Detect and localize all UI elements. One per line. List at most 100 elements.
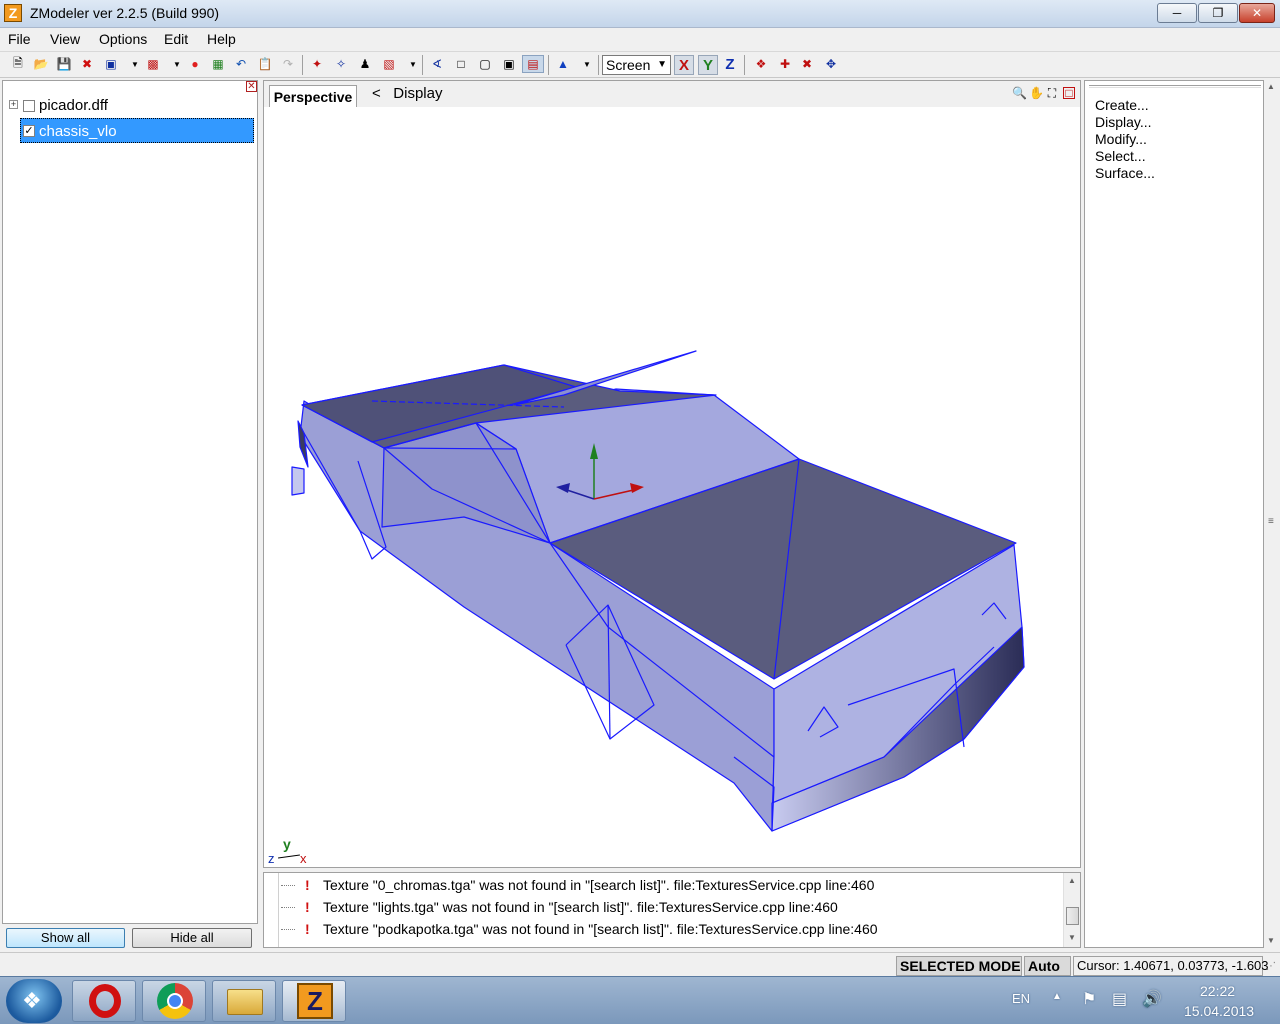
restore-icon: ❐ bbox=[1212, 6, 1224, 20]
tab-perspective[interactable]: Perspective bbox=[269, 85, 357, 107]
menu-options[interactable]: Options bbox=[99, 31, 147, 47]
move-axes-icon[interactable]: ✚ bbox=[776, 55, 794, 73]
volume-icon[interactable]: 🔊 bbox=[1142, 989, 1162, 1009]
selected-mode-icon[interactable]: ▤ bbox=[522, 55, 544, 73]
redo-icon[interactable]: ↷ bbox=[279, 55, 297, 73]
pan-icon[interactable]: ✋ bbox=[1029, 86, 1044, 100]
hide-all-button[interactable]: Hide all bbox=[132, 928, 252, 948]
select-vertex-icon[interactable]: ✦ bbox=[308, 55, 326, 73]
close-button[interactable]: ✕ bbox=[1239, 3, 1275, 23]
status-bar: SELECTED MODE Auto Cursor: 1.40671, 0.03… bbox=[0, 952, 1280, 976]
scroll-down-icon[interactable]: ▼ bbox=[1267, 936, 1275, 945]
select-dropdown-icon[interactable]: ▼ bbox=[404, 55, 422, 73]
viewport-close-icon[interactable]: □ bbox=[1063, 87, 1075, 99]
new-file-icon[interactable]: 🗎 bbox=[9, 55, 27, 73]
save-icon[interactable]: 💾 bbox=[55, 55, 73, 73]
command-select[interactable]: Select... bbox=[1095, 148, 1146, 164]
clock-date[interactable]: 15.04.2013 bbox=[1184, 1003, 1254, 1019]
mesh-headlight-panel bbox=[291, 466, 305, 496]
clock-time[interactable]: 22:22 bbox=[1200, 983, 1235, 999]
scroll-thumb[interactable] bbox=[1066, 907, 1079, 925]
start-button[interactable]: ❖ bbox=[6, 979, 62, 1023]
minimize-button[interactable]: ─ bbox=[1157, 3, 1197, 23]
show-all-button[interactable]: Show all bbox=[6, 928, 125, 948]
viewport-panel[interactable]: Perspective < Display 🔍 ✋ ⛶ □ bbox=[263, 80, 1081, 868]
scroll-down-icon[interactable]: ▼ bbox=[1064, 930, 1080, 946]
snap-icon[interactable]: ❖ bbox=[752, 55, 770, 73]
tree-item-label: picador.dff bbox=[39, 97, 108, 114]
car-mesh[interactable] bbox=[291, 350, 1025, 832]
auto-status[interactable]: Auto bbox=[1024, 956, 1071, 976]
axis-y-toggle[interactable]: Y bbox=[698, 55, 718, 75]
menu-file[interactable]: File bbox=[8, 31, 31, 47]
select-group-icon[interactable]: ▧ bbox=[380, 55, 398, 73]
record-icon[interactable]: ● bbox=[186, 55, 204, 73]
object-mode-icon[interactable]: ▣ bbox=[500, 55, 518, 73]
toolbar-separator bbox=[548, 55, 549, 75]
axis-z-toggle[interactable]: Z bbox=[720, 55, 740, 75]
close-icon: ✕ bbox=[1251, 6, 1263, 20]
maximize-viewport-icon[interactable]: ⛶ bbox=[1045, 86, 1059, 100]
menu-edit[interactable]: Edit bbox=[164, 31, 188, 47]
viewport-canvas[interactable] bbox=[264, 107, 1080, 867]
command-create[interactable]: Create... bbox=[1095, 97, 1149, 113]
restore-button[interactable]: ❐ bbox=[1198, 3, 1238, 23]
select-pivot-icon[interactable]: ✧ bbox=[332, 55, 350, 73]
face-mode-icon[interactable]: ▢ bbox=[476, 55, 494, 73]
open-folder-icon[interactable]: 📂 bbox=[32, 55, 50, 73]
display-menu[interactable]: < Display bbox=[372, 85, 442, 102]
close-icon[interactable]: ✕ bbox=[246, 81, 257, 92]
zmodeler-app-icon[interactable]: Z bbox=[4, 4, 22, 22]
taskbar-zmodeler[interactable]: Z bbox=[282, 980, 346, 1022]
export-icon[interactable]: ▩ bbox=[144, 55, 162, 73]
scene-tree-panel: ✕ + picador.dff ✓ chassis_vlo bbox=[2, 80, 258, 924]
visibility-checkbox[interactable] bbox=[23, 100, 35, 112]
walk-icon[interactable]: ♟ bbox=[356, 55, 374, 73]
taskbar-chrome[interactable] bbox=[142, 980, 206, 1022]
zmodeler-icon: Z bbox=[297, 983, 333, 1019]
axis-triad-y: y bbox=[283, 836, 291, 852]
log-scrollbar[interactable]: ▲ ▼ bbox=[1063, 873, 1080, 947]
coordinate-space-select[interactable]: Screen ▼ bbox=[602, 55, 671, 75]
texture-icon[interactable]: ▦ bbox=[209, 55, 227, 73]
resize-grip-icon[interactable]: ⋰ bbox=[1266, 961, 1276, 972]
menu-help[interactable]: Help bbox=[207, 31, 236, 47]
menu-view[interactable]: View bbox=[50, 31, 80, 47]
export-dropdown-icon[interactable]: ▼ bbox=[168, 55, 186, 73]
scroll-grip-icon[interactable]: ≡ bbox=[1268, 516, 1274, 527]
tree-item-picador[interactable]: + picador.dff bbox=[9, 95, 249, 117]
undo-icon[interactable]: ↶ bbox=[232, 55, 250, 73]
clipboard-icon[interactable]: 📋 bbox=[256, 55, 274, 73]
command-display[interactable]: Display... bbox=[1095, 114, 1152, 130]
taskbar-opera[interactable] bbox=[72, 980, 136, 1022]
delete-icon[interactable]: ✖ bbox=[78, 55, 96, 73]
taskbar-explorer[interactable] bbox=[212, 980, 276, 1022]
edge-mode-icon[interactable]: □ bbox=[452, 55, 470, 73]
opera-icon bbox=[89, 984, 121, 1018]
network-icon[interactable]: ▤ bbox=[1112, 989, 1127, 1009]
axis-x-toggle[interactable]: X bbox=[674, 55, 694, 75]
command-modify[interactable]: Modify... bbox=[1095, 131, 1147, 147]
language-indicator[interactable]: EN bbox=[1012, 991, 1030, 1006]
rotate-axes-icon[interactable]: ✖ bbox=[798, 55, 816, 73]
message-log-panel: ! Texture "0_chromas.tga" was not found … bbox=[263, 872, 1081, 948]
primitive-dropdown-icon[interactable]: ▼ bbox=[578, 55, 596, 73]
import-dropdown-icon[interactable]: ▼ bbox=[126, 55, 144, 73]
tree-item-chassis-vlo[interactable]: ✓ chassis_vlo bbox=[20, 118, 254, 143]
windows-logo-icon: ❖ bbox=[22, 988, 42, 1013]
vertex-mode-icon[interactable]: ∢ bbox=[428, 55, 446, 73]
action-center-flag-icon[interactable]: ⚑ bbox=[1082, 989, 1096, 1009]
selected-mode-status: SELECTED MODE bbox=[896, 956, 1022, 976]
cone-primitive-icon[interactable]: ▲ bbox=[554, 55, 572, 73]
scroll-up-icon[interactable]: ▲ bbox=[1064, 873, 1080, 889]
tray-expand-icon[interactable]: ▲ bbox=[1052, 991, 1062, 1002]
import-icon[interactable]: ▣ bbox=[102, 55, 120, 73]
tree-item-label: chassis_vlo bbox=[39, 123, 117, 140]
expand-icon[interactable]: + bbox=[9, 100, 18, 109]
command-surface[interactable]: Surface... bbox=[1095, 165, 1155, 181]
command-panel-scrollbar[interactable]: ▲ ≡ ▼ bbox=[1264, 80, 1280, 950]
scroll-up-icon[interactable]: ▲ bbox=[1267, 82, 1275, 91]
scale-axes-icon[interactable]: ✥ bbox=[822, 55, 840, 73]
visibility-checkbox[interactable]: ✓ bbox=[23, 125, 35, 137]
zoom-icon[interactable]: 🔍 bbox=[1012, 86, 1027, 100]
